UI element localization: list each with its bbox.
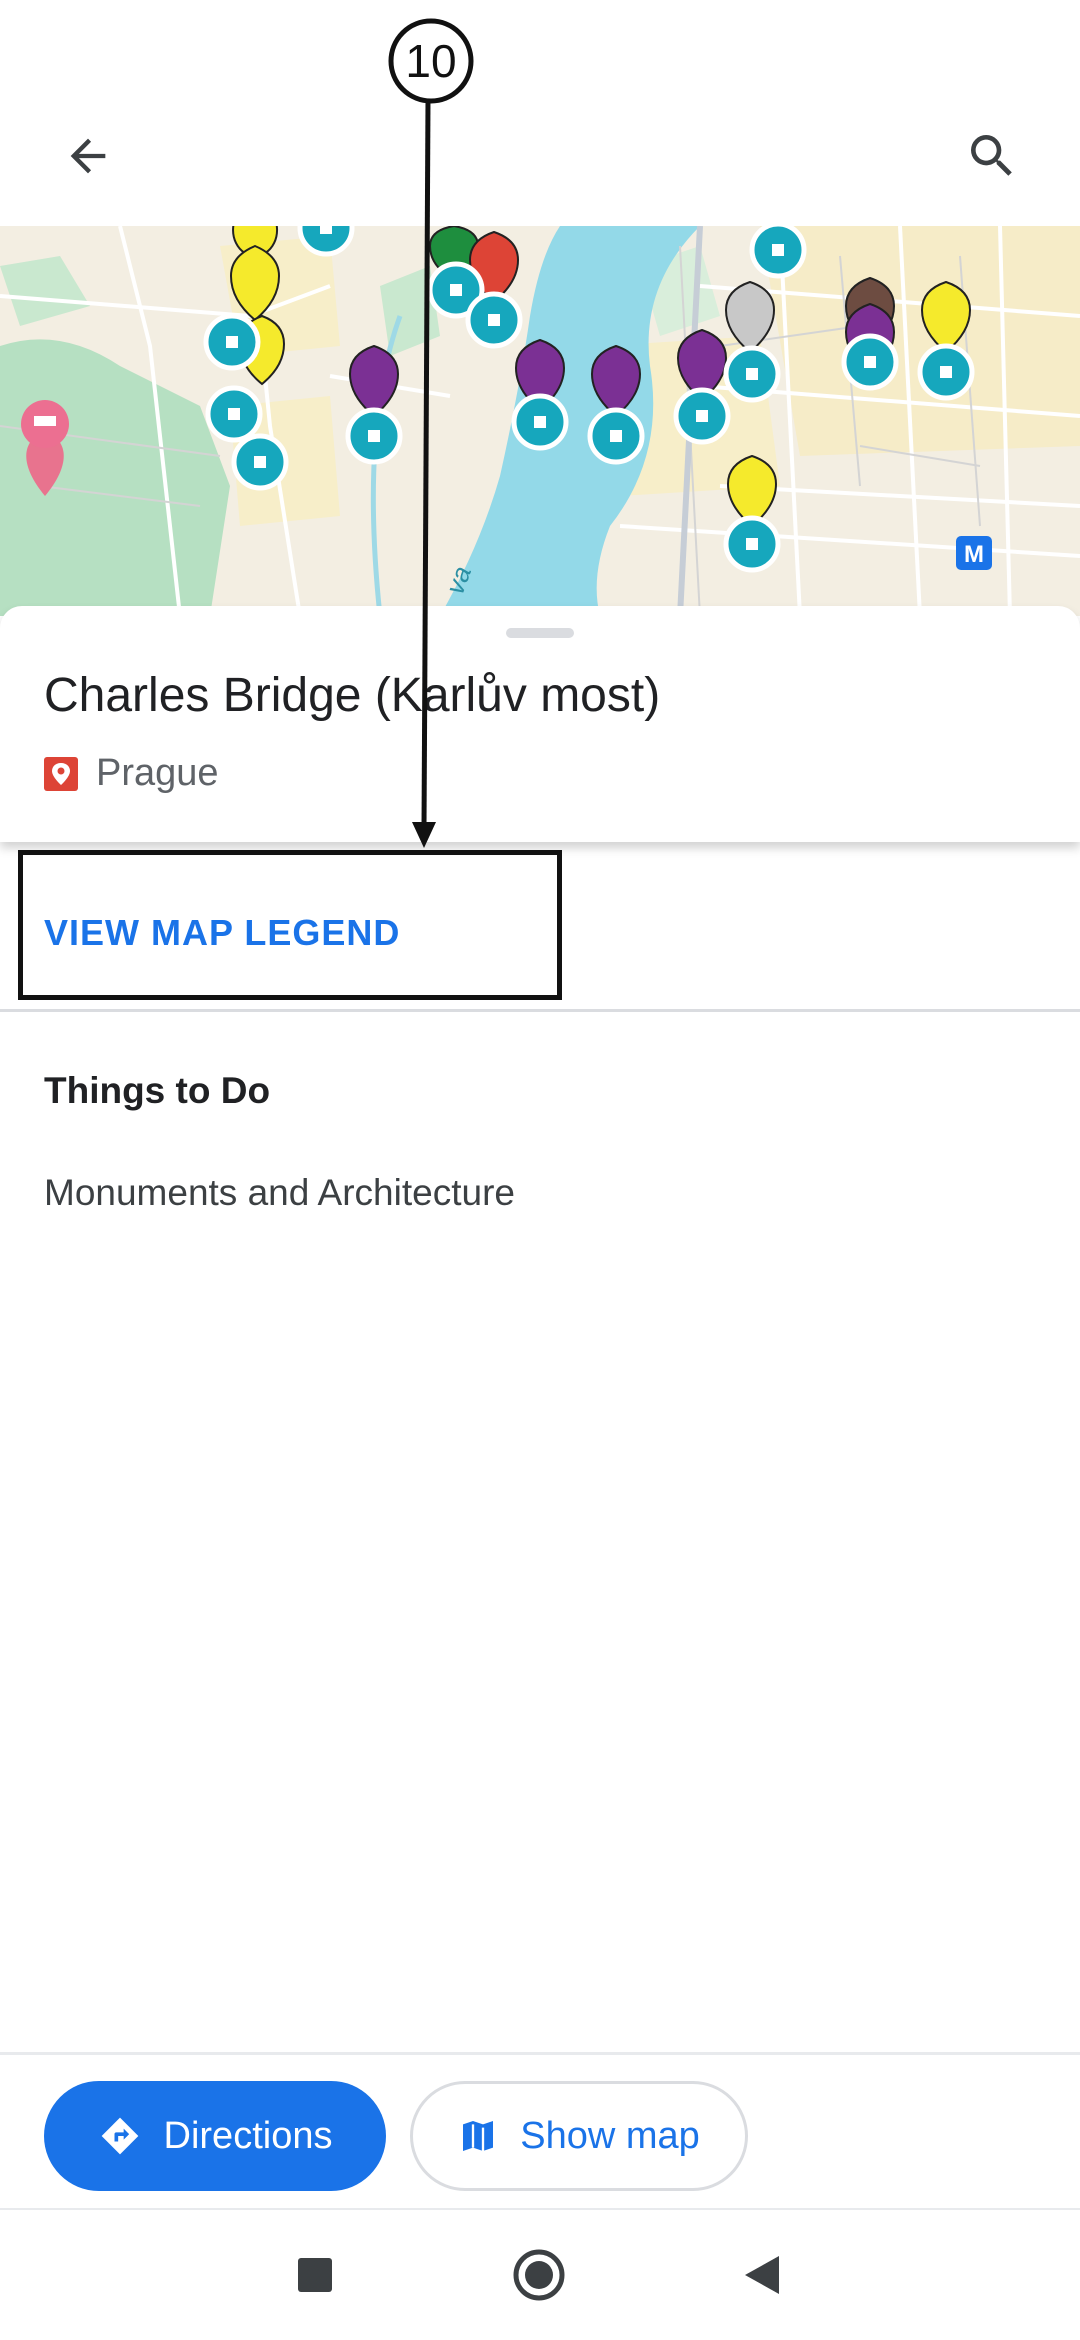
- directions-icon: [101, 2117, 138, 2155]
- place-sheet[interactable]: Charles Bridge (Karlův most) Prague: [0, 606, 1080, 842]
- category-item[interactable]: Monuments and Architecture: [44, 1172, 515, 1214]
- arrow-back-icon: [70, 138, 106, 174]
- map-view[interactable]: M va: [0, 226, 1080, 616]
- map-icon: [463, 2121, 494, 2151]
- back-button[interactable]: [40, 108, 136, 204]
- place-pin-icon: [44, 756, 78, 791]
- place-title: Charles Bridge (Karlův most): [44, 669, 661, 722]
- metro-badge-text: M: [964, 541, 984, 568]
- home-button[interactable]: [494, 2230, 584, 2320]
- top-app-bar: [0, 0, 1080, 226]
- map-canvas: M va: [0, 226, 1080, 616]
- show-map-button[interactable]: Show map: [410, 2081, 748, 2191]
- system-nav-bar: [0, 2210, 1080, 2340]
- place-location: Prague: [44, 752, 219, 795]
- directions-label: Directions: [163, 2114, 333, 2157]
- annotation-highlight-box: [18, 850, 562, 1000]
- recents-button[interactable]: [270, 2230, 360, 2320]
- square-icon: [298, 2258, 332, 2292]
- place-location-text: Prague: [96, 752, 219, 794]
- circle-icon: [513, 2249, 565, 2301]
- nav-back-button[interactable]: [716, 2230, 806, 2320]
- section-heading: Things to Do: [44, 1070, 271, 1111]
- triangle-back-icon: [745, 2256, 779, 2294]
- directions-button[interactable]: Directions: [44, 2081, 386, 2191]
- show-map-label: Show map: [520, 2114, 700, 2157]
- search-icon: [971, 135, 1012, 176]
- search-button[interactable]: [944, 108, 1040, 204]
- sheet-drag-handle[interactable]: [506, 628, 574, 638]
- action-bar: Directions Show map: [0, 2052, 1080, 2210]
- annotation-label: 10: [405, 35, 457, 87]
